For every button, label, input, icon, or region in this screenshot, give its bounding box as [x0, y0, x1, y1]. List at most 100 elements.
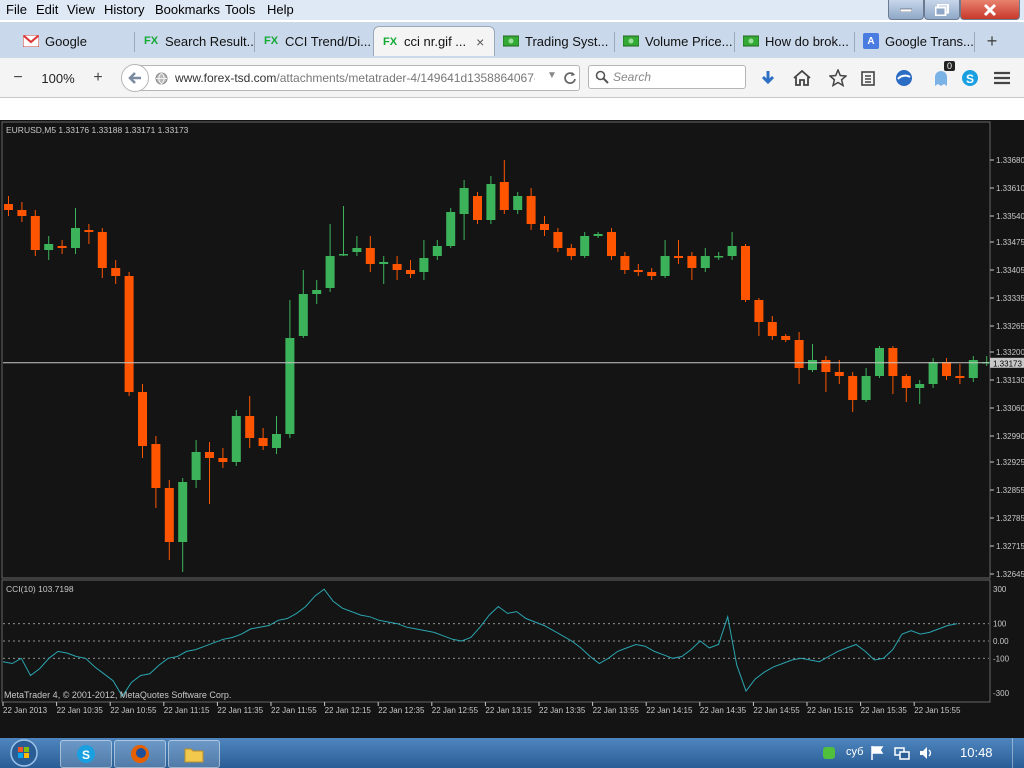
zoom-in-button[interactable]: +: [86, 66, 110, 90]
time-tick-label: 22 Jan 2013: [3, 706, 48, 715]
bear-candle: [406, 270, 415, 274]
network-icon[interactable]: [894, 745, 910, 761]
volume-icon[interactable]: [918, 745, 934, 761]
minimize-button[interactable]: [888, 0, 924, 20]
menu-edit[interactable]: Edit: [36, 2, 58, 17]
menu-history[interactable]: History: [104, 2, 144, 17]
restore-icon: [935, 3, 949, 16]
bull-candle: [861, 376, 871, 400]
url-domain: www.forex-tsd.com: [175, 71, 277, 85]
menu-file[interactable]: File: [6, 2, 27, 17]
bull-candle: [178, 482, 188, 542]
price-tick-label: 1.33335: [996, 294, 1024, 303]
current-price-label: 1.33173: [993, 359, 1022, 368]
url-bar[interactable]: www.forex-tsd.com/attachments/metatrader…: [121, 64, 580, 92]
menu-bookmarks[interactable]: Bookmarks: [155, 2, 220, 17]
tab-close-icon[interactable]: ×: [476, 34, 484, 50]
tab-how-do-brokers[interactable]: How do brok...: [735, 26, 853, 56]
bear-candle: [365, 248, 375, 264]
reload-icon[interactable]: [563, 71, 577, 85]
bear-candle: [674, 256, 683, 258]
tab-cci-gif[interactable]: FX cci nr.gif ... ×: [373, 26, 495, 56]
new-tab-button[interactable]: +: [980, 26, 1004, 56]
taskbar-skype-button[interactable]: S: [60, 740, 112, 768]
bull-candle: [875, 348, 884, 376]
close-button[interactable]: [960, 0, 1020, 20]
tab-trading-systems[interactable]: Trading Syst...: [495, 26, 613, 56]
bull-candle: [727, 246, 737, 256]
zoom-out-button[interactable]: −: [6, 66, 30, 90]
bear-candle: [620, 256, 630, 270]
chart-image: 1.33173 1.33680 1.33610 1.33540 1.33475 1.33…: [0, 98, 1024, 738]
tray-green-icon[interactable]: [822, 746, 836, 760]
firefox-icon: [131, 745, 149, 763]
zoom-level[interactable]: 100%: [40, 66, 76, 90]
menu-help[interactable]: Help: [267, 2, 294, 17]
language-indicator[interactable]: суб: [846, 746, 863, 758]
price-tick-label: 1.33680: [996, 156, 1024, 165]
bull-candle: [459, 188, 469, 214]
downloads-button[interactable]: [756, 66, 780, 90]
bear-candle: [124, 276, 134, 392]
price-tick-label: 1.32855: [996, 486, 1024, 495]
bull-candle: [419, 258, 429, 272]
bull-candle: [312, 290, 322, 294]
time-tick-label: 22 Jan 14:55: [753, 706, 800, 715]
home-button[interactable]: [790, 66, 814, 90]
money-icon: [503, 33, 519, 49]
menu-bar: File Edit View History Bookmarks Tools H…: [0, 0, 1024, 20]
bear-candle: [647, 272, 657, 276]
bull-candle: [325, 256, 335, 288]
taskbar-explorer-button[interactable]: [168, 740, 220, 768]
bear-candle: [566, 248, 576, 256]
bear-candle: [245, 416, 255, 438]
bear-candle: [473, 196, 482, 220]
back-button[interactable]: [121, 64, 149, 92]
menu-tools[interactable]: Tools: [225, 2, 255, 17]
search-box[interactable]: Search: [588, 65, 746, 89]
flag-icon[interactable]: [870, 745, 884, 761]
price-tick-label: 1.33540: [996, 212, 1024, 221]
reading-list-button[interactable]: [856, 66, 880, 90]
time-tick-label: 22 Jan 15:15: [807, 706, 854, 715]
bull-candle: [446, 212, 456, 246]
show-desktop-button[interactable]: [1012, 738, 1024, 768]
tab-google[interactable]: Google: [15, 26, 133, 56]
bookmark-star-button[interactable]: [826, 66, 850, 90]
chart-header: EURUSD,M5 1.33176 1.33188 1.33171 1.3317…: [6, 125, 189, 135]
url-dropdown-icon[interactable]: ▼: [547, 70, 557, 81]
cci-header: CCI(10) 103.7198: [6, 584, 74, 594]
skype-icon: S: [962, 70, 978, 86]
bull-candle: [714, 256, 724, 258]
menu-view[interactable]: View: [67, 2, 95, 17]
menu-button[interactable]: [990, 66, 1014, 90]
cci-tick-label: 0.00: [993, 637, 1009, 646]
time-tick-label: 22 Jan 15:35: [861, 706, 908, 715]
time-tick-label: 22 Jan 15:55: [914, 706, 961, 715]
bear-candle: [392, 264, 402, 270]
bear-candle: [633, 270, 643, 272]
tab-label: Google Trans...: [885, 33, 973, 49]
bear-candle: [942, 362, 951, 376]
nav-toolbar: − 100% + www.forex-tsd.com/attachments/m…: [0, 58, 1024, 98]
bull-candle: [379, 262, 389, 264]
tab-search-results[interactable]: FX Search Result...: [135, 26, 253, 56]
bear-candle: [781, 336, 791, 340]
ghost-icon: [935, 71, 947, 86]
addon-button[interactable]: [892, 66, 916, 90]
restore-button[interactable]: [924, 0, 960, 20]
tab-google-translate[interactable]: A Google Trans...: [855, 26, 973, 56]
time-tick-label: 22 Jan 13:55: [593, 706, 640, 715]
chart-background: [0, 120, 1024, 738]
notifications-button[interactable]: 0: [930, 61, 956, 90]
start-button[interactable]: [4, 738, 44, 768]
tab-cci-trend[interactable]: FX CCI Trend/Di...: [255, 26, 373, 56]
skype-addon-button[interactable]: S: [958, 66, 982, 90]
folder-icon: [184, 748, 204, 763]
fx-icon: FX: [263, 35, 279, 47]
taskbar-firefox-button[interactable]: [114, 740, 166, 768]
tab-volume-price[interactable]: Volume Price...: [615, 26, 733, 56]
bear-candle: [767, 322, 777, 336]
tab-label: CCI Trend/Di...: [285, 33, 371, 49]
bear-candle: [4, 204, 13, 210]
